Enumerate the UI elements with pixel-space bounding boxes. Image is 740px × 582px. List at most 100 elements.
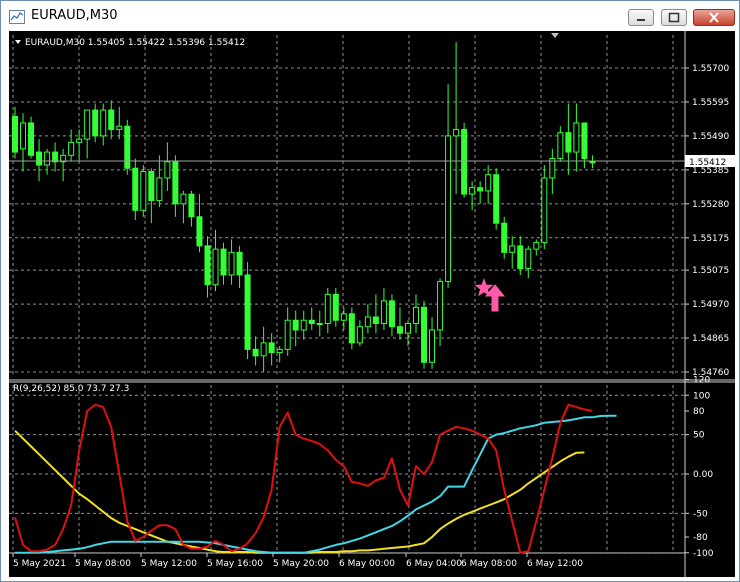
candle-body-bull — [380, 300, 387, 324]
candle-body-bear — [220, 248, 227, 276]
candle-body-bull — [485, 174, 492, 192]
candle-body-bull — [228, 251, 235, 276]
chart-area[interactable]: 1.55412 1.55700 1.55595 1.55490 1.55385 1.55… — [9, 31, 735, 577]
price-label: 1.55280 — [692, 200, 729, 210]
candle-body-bull — [20, 122, 27, 150]
indicator-label: 0.00 — [693, 470, 713, 480]
price-label: 1.55700 — [692, 64, 729, 74]
price-label: 1.55075 — [692, 266, 729, 276]
candle-body-bull — [140, 170, 147, 211]
time-axis[interactable]: 5 May 2021 5 May 08:00 5 May 12:00 5 May 16… — [12, 553, 583, 569]
candle-body-bull — [68, 141, 75, 156]
indicator-label: 100 — [693, 391, 710, 401]
chart-window: EURAUD,M30 1.55412 1.55700 1.55595 1.55490… — [0, 0, 740, 582]
price-label: 1.55490 — [692, 132, 729, 142]
candle-body-bear — [252, 348, 259, 357]
candle-body-bear — [244, 274, 251, 350]
candle-body-bull — [44, 151, 51, 166]
candle-body-bear — [236, 251, 243, 276]
indicator-header: R(9,26,52) 85.0 73.7 27.3 — [13, 384, 129, 394]
minimize-button[interactable] — [628, 9, 654, 26]
time-label: 5 May 16:00 — [207, 559, 263, 569]
candle-body-bull — [364, 316, 371, 328]
candle-body-bull — [84, 109, 91, 140]
time-label: 6 May 04:00 — [406, 559, 462, 569]
candle-body-bear — [493, 174, 500, 224]
candle-body-bear — [188, 193, 195, 218]
candle-body-bull — [300, 319, 307, 331]
candle-body-bear — [148, 170, 155, 202]
indicator-lines — [14, 403, 617, 554]
candle-body-bull — [557, 132, 564, 160]
time-label: 5 May 08:00 — [75, 559, 131, 569]
candle-body-bull — [573, 122, 580, 153]
price-label: 1.54865 — [692, 334, 729, 344]
close-button[interactable] — [693, 9, 735, 26]
up-arrow-icon — [484, 284, 506, 312]
candle-body-bear — [332, 293, 339, 321]
candle-body-bull — [525, 248, 532, 270]
candle-body-bear — [388, 300, 395, 328]
candle-body-bull — [509, 245, 516, 253]
signal-marker[interactable] — [474, 278, 506, 312]
indicator-label: -50 — [693, 509, 708, 519]
candle-body-bull — [404, 322, 411, 334]
candle-body-bear — [421, 306, 428, 363]
candle-body-bull — [541, 177, 548, 244]
price-label: 1.54970 — [692, 300, 729, 310]
candle-body-bear — [268, 342, 275, 354]
red-line — [14, 403, 593, 554]
candle-body-bull — [445, 135, 452, 282]
candle-body-bear — [581, 122, 588, 160]
maximize-button[interactable] — [661, 9, 687, 26]
time-label: 5 May 12:00 — [141, 559, 197, 569]
candle-body-bear — [172, 161, 179, 205]
price-label: 1.55595 — [692, 98, 729, 108]
candle-body-bull — [316, 322, 323, 325]
candle-body-bull — [429, 329, 436, 363]
candle-body-bear — [108, 109, 115, 130]
indicator-label: 120 — [693, 376, 710, 386]
yellow-line — [14, 429, 585, 554]
candle-body-bull — [100, 109, 107, 137]
candle-body-bear — [308, 319, 315, 324]
minimize-icon — [637, 19, 645, 21]
candle-body-bull — [340, 313, 347, 321]
time-label: 6 May 12:00 — [527, 559, 583, 569]
candle-body-bull — [437, 280, 444, 331]
candle-body-bull — [589, 161, 596, 164]
candle-body-bear — [204, 245, 211, 286]
candle-body-bull — [276, 348, 283, 354]
candle-body-bull — [180, 193, 187, 205]
candle-body-bull — [324, 293, 331, 324]
candle-body-bear — [501, 222, 508, 253]
candle-body-bear — [461, 128, 468, 195]
indicator-label: -100 — [693, 549, 714, 559]
candle-body-bull — [260, 342, 267, 357]
price-axis[interactable]: 1.55700 1.55595 1.55490 1.55385 1.55280 1.551… — [685, 64, 729, 378]
chart-menu-triangle-icon[interactable] — [15, 40, 21, 44]
candle-body-bull — [533, 242, 540, 250]
candle-body-bear — [28, 122, 35, 156]
indicator-label: -80 — [693, 533, 708, 543]
title-bar[interactable]: EURAUD,M30 — [1, 1, 739, 31]
indicator-label: 80 — [693, 407, 705, 417]
candle-body-bull — [469, 187, 476, 195]
candle-body-bull — [116, 125, 123, 130]
close-icon — [709, 12, 719, 23]
candle-body-bull — [284, 319, 291, 350]
candle-body-bear — [124, 125, 131, 169]
indicator-axis[interactable]: 120 100 80 50 0.00 -50 -80 -100 — [685, 376, 714, 559]
price-label: 1.55175 — [692, 234, 729, 244]
candle-body-bull — [156, 177, 163, 202]
window-title: EURAUD,M30 — [31, 8, 118, 23]
candle-body-bear — [196, 216, 203, 247]
candle-body-bear — [565, 132, 572, 153]
indicator-label: 50 — [693, 431, 705, 441]
candlesticks — [12, 42, 596, 372]
candle-body-bull — [453, 128, 460, 137]
candle-body-bull — [76, 138, 83, 143]
time-label: 5 May 2021 — [13, 559, 66, 569]
candle-body-bull — [164, 161, 171, 179]
chart-shift-marker-icon[interactable] — [551, 33, 559, 38]
